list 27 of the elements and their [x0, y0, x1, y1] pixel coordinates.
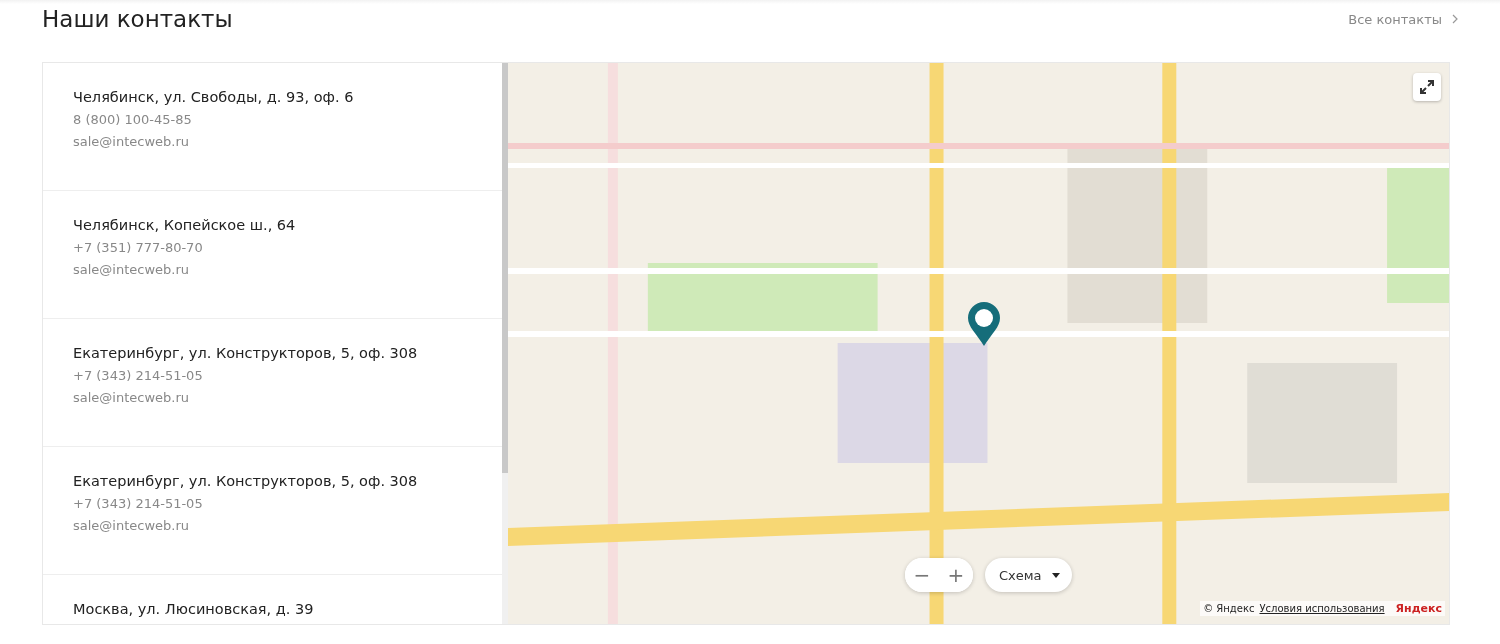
map-logo: Яндекс	[1395, 602, 1442, 615]
contact-address: Челябинск, Копейское ш., 64	[73, 217, 297, 233]
contact-phone: +7 (351) 777-80-70	[73, 240, 204, 255]
terms-link[interactable]: Условия использования	[1259, 603, 1385, 614]
contact-email: sale@intecweb.ru	[73, 518, 191, 533]
layer-dropdown[interactable]: Схема	[985, 558, 1072, 592]
all-contacts-link[interactable]: Все контакты	[1348, 11, 1458, 27]
contact-email: sale@intecweb.ru	[73, 390, 191, 405]
section-title: Наши контакты	[42, 6, 233, 32]
zoom-out-button[interactable]: −	[905, 558, 939, 592]
contact-address: Москва, ул. Люсиновская, д. 39	[73, 601, 315, 617]
expand-icon	[1420, 80, 1434, 94]
copyright-text: © Яндекс	[1203, 603, 1255, 614]
contact-phone: +7 (343) 214-51-05	[73, 368, 204, 383]
contact-phone: 8 (800) 100-45-85	[73, 112, 193, 127]
fullscreen-button[interactable]	[1413, 73, 1441, 101]
contact-email: sale@intecweb.ru	[73, 262, 191, 277]
contact-address: Екатеринбург, ул. Конструкторов, 5, оф. 308	[73, 473, 419, 489]
caret-icon	[1051, 572, 1060, 578]
scrollbar[interactable]	[502, 63, 508, 624]
contact-address: Челябинск, ул. Свободы, д. 93, оф. 6	[73, 89, 355, 105]
contact-address: Екатеринбург, ул. Конструкторов, 5, оф. 308	[73, 345, 419, 361]
zoom-in-button[interactable]: +	[939, 558, 973, 592]
map-pin-icon	[966, 301, 1002, 347]
chevron-icon	[1452, 14, 1458, 24]
contact-phone: +7 (343) 214-51-05	[73, 496, 204, 511]
contact-email: sale@intecweb.ru	[73, 134, 191, 149]
